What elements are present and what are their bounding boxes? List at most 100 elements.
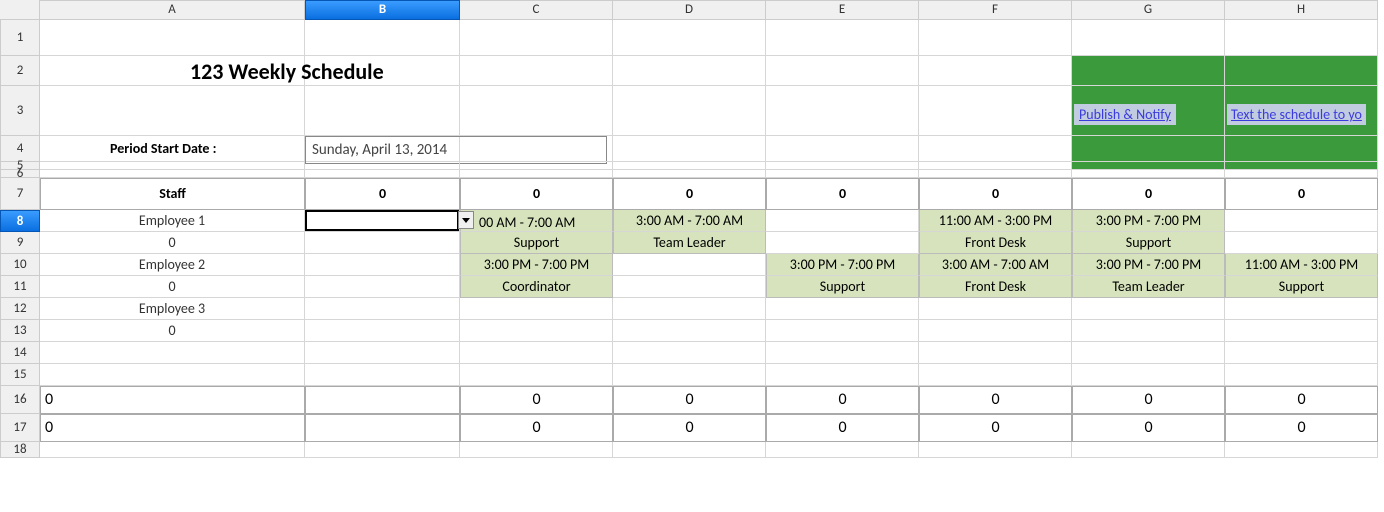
cell-C12[interactable] [460,298,613,320]
row-header-11[interactable]: 11 [0,276,40,298]
cell-D15[interactable] [613,364,766,386]
shift-time-cell-1-5[interactable]: 3:00 PM - 7:00 PM [1072,254,1225,276]
cell-H9[interactable] [1225,232,1378,254]
shift-time-cell-1-4[interactable]: 3:00 AM - 7:00 AM [919,254,1072,276]
row-header-12[interactable]: 12 [0,298,40,320]
row-header-7[interactable]: 7 [0,178,40,210]
cell-E15[interactable] [766,364,919,386]
cell-G18[interactable] [1072,442,1225,458]
cell-F12[interactable] [919,298,1072,320]
shift-time-cell-1-6[interactable]: 11:00 AM - 3:00 PM [1225,254,1378,276]
cell-C5[interactable] [460,162,613,170]
shift-role-cell-1-1[interactable]: Coordinator [460,276,613,298]
cell-B18[interactable] [305,442,460,458]
shift-role-cell-1-6[interactable]: Support [1225,276,1378,298]
summary-cell-0-6[interactable]: 0 [1072,386,1225,414]
shift-time-cell-0-5[interactable]: 3:00 PM - 7:00 PM [1072,210,1225,232]
cell-G2[interactable] [1072,56,1225,86]
cell-F3[interactable] [919,86,1072,136]
cell-F5[interactable] [919,162,1072,170]
summary-cell-0-2[interactable]: 0 [460,386,613,414]
cell-A3[interactable] [40,86,305,136]
cell-C13[interactable] [460,320,613,342]
cell-E13[interactable] [766,320,919,342]
cell-D13[interactable] [613,320,766,342]
column-header-H[interactable]: H [1225,0,1378,20]
cell-E6[interactable] [766,170,919,178]
dropdown-icon[interactable] [458,211,474,229]
cell-B14[interactable] [305,342,460,364]
cell-D10[interactable] [613,254,766,276]
row-header-3[interactable]: 3 [0,86,40,136]
column-header-G[interactable]: G [1072,0,1225,20]
row-header-17[interactable]: 17 [0,414,40,442]
cell-H6[interactable] [1225,170,1378,178]
publish-notify-link[interactable]: Publish & Notify [1074,104,1176,125]
cell-A1[interactable] [40,20,305,56]
cell-D2[interactable] [613,56,766,86]
row-header-14[interactable]: 14 [0,342,40,364]
cell-C18[interactable] [460,442,613,458]
cell-G3[interactable]: Publish & Notify [1072,86,1225,136]
row-header-2[interactable]: 2 [0,56,40,86]
text-schedule-link[interactable]: Text the schedule to yo [1227,104,1366,125]
cell-F15[interactable] [919,364,1072,386]
shift-role-cell-0-2[interactable]: Team Leader [613,232,766,254]
select-all-corner[interactable] [0,0,40,20]
cell-E1[interactable] [766,20,919,56]
cell-H14[interactable] [1225,342,1378,364]
cell-C15[interactable] [460,364,613,386]
summary-cell-1-3[interactable]: 0 [613,414,766,442]
cell-G13[interactable] [1072,320,1225,342]
cell-D5[interactable] [613,162,766,170]
cell-F4[interactable] [919,136,1072,162]
cell-A15[interactable] [40,364,305,386]
cell-H4[interactable] [1225,136,1378,162]
cell-F2[interactable] [919,56,1072,86]
summary-cell-1-4[interactable]: 0 [766,414,919,442]
summary-cell-0-3[interactable]: 0 [613,386,766,414]
cell-F1[interactable] [919,20,1072,56]
column-header-C[interactable]: C [460,0,613,20]
cell-F13[interactable] [919,320,1072,342]
cell-H15[interactable] [1225,364,1378,386]
summary-cell-1-1[interactable] [305,414,460,442]
row-header-15[interactable]: 15 [0,364,40,386]
shift-role-cell-1-5[interactable]: Team Leader [1072,276,1225,298]
cell-B10[interactable] [305,254,460,276]
cell-A18[interactable] [40,442,305,458]
cell-H1[interactable] [1225,20,1378,56]
cell-D11[interactable] [613,276,766,298]
cell-C4[interactable] [460,136,613,162]
row-header-8[interactable]: 8 [0,210,40,232]
shift-time-cell-0-1[interactable]: 00 AM - 7:00 AM [460,210,613,232]
cell-C2[interactable] [460,56,613,86]
summary-cell-1-7[interactable]: 0 [1225,414,1378,442]
row-header-10[interactable]: 10 [0,254,40,276]
cell-B2[interactable] [305,56,460,86]
cell-C1[interactable] [460,20,613,56]
column-header-E[interactable]: E [766,0,919,20]
cell-D12[interactable] [613,298,766,320]
column-header-B[interactable]: B [305,0,460,20]
cell-E8[interactable] [766,210,919,232]
cell-G12[interactable] [1072,298,1225,320]
cell-E18[interactable] [766,442,919,458]
cell-A6[interactable] [40,170,305,178]
cell-E9[interactable] [766,232,919,254]
cell-D3[interactable] [613,86,766,136]
shift-role-cell-0-5[interactable]: Support [1072,232,1225,254]
cell-H18[interactable] [1225,442,1378,458]
cell-G6[interactable] [1072,170,1225,178]
cell-H2[interactable] [1225,56,1378,86]
cell-B1[interactable] [305,20,460,56]
cell-C6[interactable] [460,170,613,178]
cell-F18[interactable] [919,442,1072,458]
shift-time-cell-0-4[interactable]: 11:00 AM - 3:00 PM [919,210,1072,232]
row-header-18[interactable]: 18 [0,442,40,458]
active-cell[interactable] [305,210,459,231]
cell-B11[interactable] [305,276,460,298]
cell-H5[interactable] [1225,162,1378,170]
cell-D6[interactable] [613,170,766,178]
cell-E2[interactable] [766,56,919,86]
